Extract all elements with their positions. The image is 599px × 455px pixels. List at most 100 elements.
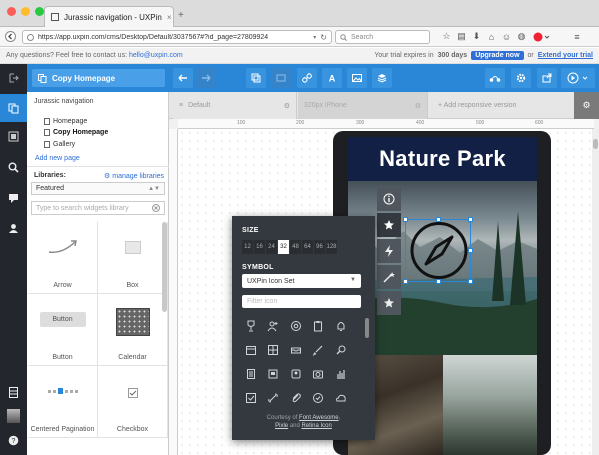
cloud-icon[interactable] (335, 392, 347, 404)
interactions-button[interactable] (485, 68, 505, 88)
resize-handle[interactable] (436, 279, 441, 284)
widget-arrow[interactable]: Arrow (28, 222, 98, 294)
paperclip-icon[interactable] (290, 392, 302, 404)
preview-button[interactable] (561, 68, 595, 88)
person-add-icon[interactable] (267, 320, 279, 332)
gear-icon[interactable]: ⚙ (415, 102, 421, 110)
document-icon[interactable] (245, 368, 257, 380)
retina-icon-link[interactable]: Retina Icon (302, 423, 332, 429)
resize-handle[interactable] (403, 279, 408, 284)
info-button[interactable] (377, 187, 401, 211)
library-scrollbar[interactable] (162, 222, 167, 312)
close-window-button[interactable] (7, 7, 16, 16)
page-item-copy-homepage[interactable]: Copy Homepage (44, 129, 108, 136)
clipboard-icon[interactable] (312, 320, 324, 332)
pocket-icon[interactable]: ◍ (516, 31, 527, 42)
size-option-96[interactable]: 96 (314, 240, 326, 254)
size-option-32[interactable]: 32 (278, 240, 290, 254)
search-icon[interactable] (0, 153, 27, 181)
symbol-button[interactable] (377, 213, 401, 237)
text-tool-button[interactable]: A (322, 68, 342, 88)
upgrade-now-button[interactable]: Upgrade now (471, 51, 524, 60)
search-icon[interactable] (335, 344, 347, 356)
library-select[interactable]: Featured ▲▼ (31, 182, 165, 195)
link-button[interactable] (297, 68, 317, 88)
favorite-button[interactable] (377, 291, 401, 315)
size-option-16[interactable]: 16 (254, 240, 266, 254)
help-icon[interactable]: ? (0, 426, 27, 454)
widget-checkbox[interactable]: Checkbox (98, 366, 168, 438)
extend-trial-link[interactable]: Extend your trial (538, 52, 593, 59)
settings-button[interactable] (511, 68, 531, 88)
reload-icon[interactable]: ↻ (320, 33, 327, 42)
components-icon[interactable] (0, 122, 27, 150)
camera-icon[interactable] (312, 368, 324, 380)
grid-icon[interactable] (267, 344, 279, 356)
gear-icon[interactable]: ⚙ (284, 102, 290, 110)
redo-button[interactable] (196, 68, 216, 88)
users-icon[interactable] (290, 368, 302, 380)
gallery-image-right[interactable] (443, 355, 537, 455)
exit-icon[interactable] (0, 64, 27, 92)
minimize-window-button[interactable] (21, 7, 30, 16)
bar-chart-icon[interactable] (335, 368, 347, 380)
reading-list-icon[interactable]: ▤ (456, 31, 467, 42)
home-icon[interactable]: ⌂ (486, 31, 497, 42)
canvas-scrollbar[interactable] (592, 129, 599, 455)
size-option-24[interactable]: 24 (266, 240, 278, 254)
scrollbar-thumb[interactable] (593, 139, 598, 149)
check-circle-icon[interactable] (312, 392, 324, 404)
resize-handle[interactable] (403, 217, 408, 222)
pixle-link[interactable]: Pixle (275, 423, 288, 429)
bell-icon[interactable] (335, 320, 347, 332)
info-icon[interactable] (27, 33, 34, 41)
icon-set-select[interactable]: UXPin Icon Set ▼ (242, 274, 361, 288)
widget-button[interactable]: Button Button (28, 294, 98, 366)
tab-default[interactable]: ≡ Default ⚙ (173, 92, 297, 119)
download-icon[interactable]: ⬇ (471, 31, 482, 42)
inbox-icon[interactable] (290, 344, 302, 356)
widget-box[interactable]: Box (98, 222, 168, 294)
add-responsive-version-button[interactable]: + Add responsive version (432, 92, 562, 119)
checkbox-icon[interactable] (245, 392, 257, 404)
pages-icon[interactable] (0, 94, 27, 122)
manage-libraries-link[interactable]: ⚙ manage libraries (104, 172, 164, 181)
address-bar[interactable]: https://app.uxpin.com/cms/Desktop/Defaul… (22, 30, 332, 44)
dropdown-icon[interactable]: ▾ (313, 34, 316, 41)
widget-centered-pagination[interactable]: Centered Pagination (28, 366, 98, 438)
layers-button[interactable] (372, 68, 392, 88)
site-title[interactable]: Nature Park (348, 137, 537, 181)
link-icon[interactable] (267, 392, 279, 404)
trophy-icon[interactable] (245, 320, 257, 332)
new-tab-button[interactable]: + (178, 10, 184, 21)
size-option-48[interactable]: 48 (290, 240, 302, 254)
close-tab-icon[interactable]: × (167, 13, 172, 22)
contact-email-link[interactable]: hello@uxpin.com (129, 52, 183, 59)
clear-icon[interactable] (152, 204, 160, 212)
resize-handle[interactable] (468, 217, 473, 222)
font-awesome-link[interactable]: Font Awesome (299, 415, 339, 421)
magic-button[interactable] (377, 265, 401, 289)
interaction-button[interactable] (377, 239, 401, 263)
at-icon[interactable] (290, 320, 302, 332)
resize-handle[interactable] (468, 279, 473, 284)
add-new-page-link[interactable]: Add new page (35, 155, 80, 162)
size-option-12[interactable]: 12 (242, 240, 254, 254)
current-page-button[interactable]: Copy Homepage (32, 69, 165, 87)
user-icon[interactable] (0, 214, 27, 242)
duplicate-button[interactable] (246, 68, 266, 88)
smiley-icon[interactable]: ☺ (501, 31, 512, 42)
resize-handle[interactable] (436, 217, 441, 222)
page-item-homepage[interactable]: Homepage (44, 118, 87, 125)
calendar-icon[interactable] (245, 344, 257, 356)
widget-calendar[interactable]: Calendar (98, 294, 168, 366)
icon-filter-input[interactable]: Filter icon (242, 295, 361, 308)
image-tool-button[interactable] (347, 68, 367, 88)
comments-icon[interactable] (0, 184, 27, 212)
share-button[interactable] (537, 68, 557, 88)
icon-grid-scrollbar[interactable] (365, 318, 369, 338)
star-icon[interactable]: ☆ (441, 31, 452, 42)
size-option-128[interactable]: 128 (326, 240, 338, 254)
tab-iphone[interactable]: 320px iPhone ⚙ (298, 92, 428, 119)
group-button[interactable] (271, 68, 291, 88)
